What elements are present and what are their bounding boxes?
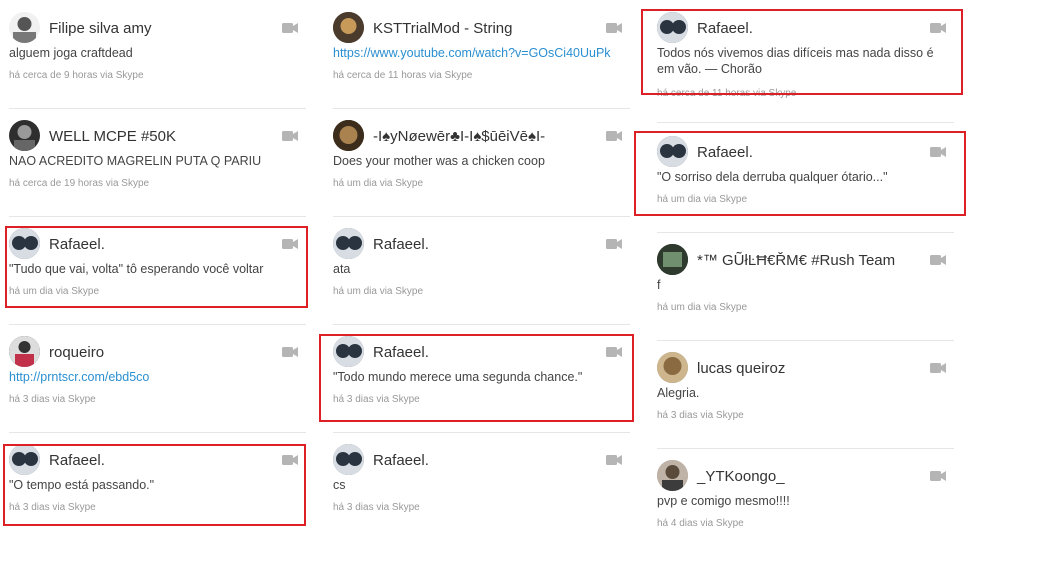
avatar[interactable] [9, 336, 40, 367]
feed-item[interactable]: Rafaeel. ata há um dia via Skype [333, 228, 630, 336]
author-name[interactable]: *™ GŨłĿĦ€ŘM€ #Rush Team [697, 252, 895, 269]
divider [333, 432, 630, 433]
author-name[interactable]: Rafaeel. [373, 452, 429, 469]
timestamp: há cerca de 19 horas via Skype [9, 178, 150, 189]
video-camera-icon[interactable] [282, 347, 298, 357]
message-text: Alegria. [657, 386, 700, 400]
message-text: alguem joga craftdead [9, 46, 133, 60]
avatar[interactable] [333, 120, 364, 151]
timestamp: há 4 dias via Skype [657, 518, 744, 529]
divider [9, 216, 306, 217]
avatar[interactable] [657, 460, 688, 491]
feed-item[interactable]: Filipe silva amy alguem joga craftdead h… [9, 12, 306, 120]
message-text: f [657, 278, 661, 292]
avatar[interactable] [9, 12, 40, 43]
highlight-box [5, 226, 308, 308]
message-text: pvp e comigo mesmo!!!! [657, 494, 790, 508]
message-text: Does your mother was a chicken coop [333, 154, 545, 168]
video-camera-icon[interactable] [282, 23, 298, 33]
feed-item[interactable]: KSTTrialMod - String https://www.youtube… [333, 12, 630, 120]
timestamp: há cerca de 11 horas via Skype [333, 70, 473, 81]
feed-item[interactable]: WELL MCPE #50K NAO ACREDITO MAGRELIN PUT… [9, 120, 306, 228]
message-text: cs [333, 478, 346, 492]
highlight-box [634, 131, 966, 216]
message-text: ata [333, 262, 351, 276]
video-camera-icon[interactable] [606, 131, 622, 141]
feed-item[interactable]: *™ GŨłĿĦ€ŘM€ #Rush Team f há um dia via … [657, 244, 954, 352]
author-name[interactable]: Filipe silva amy [49, 20, 152, 37]
timestamp: há 3 dias via Skype [9, 394, 96, 405]
feed-item[interactable]: Rafaeel. cs há 3 dias via Skype [333, 444, 623, 552]
divider [333, 324, 630, 325]
message-text: NAO ACREDITO MAGRELIN PUTA Q PARIU [9, 154, 262, 168]
author-name[interactable]: roqueiro [49, 344, 104, 361]
avatar[interactable] [657, 352, 688, 383]
timestamp: há cerca de 9 horas via Skype [9, 70, 144, 81]
timestamp: há 3 dias via Skype [657, 410, 744, 421]
video-camera-icon[interactable] [930, 255, 946, 265]
feed-item[interactable]: -I♠yNøewēr♣I-I♠$ūēiVē♠I- Does your mothe… [333, 120, 630, 228]
highlight-box [3, 444, 306, 526]
highlight-box [319, 334, 634, 422]
avatar[interactable] [333, 12, 364, 43]
feed-item[interactable]: _YTKoongo_ pvp e comigo mesmo!!!! há 4 d… [657, 460, 947, 568]
video-camera-icon[interactable] [606, 455, 622, 465]
video-camera-icon[interactable] [606, 23, 622, 33]
video-camera-icon[interactable] [930, 471, 946, 481]
feed-item[interactable]: roqueiro http://prntscr.com/ebd5co há 3 … [9, 336, 306, 444]
divider [657, 448, 954, 449]
divider [333, 216, 630, 217]
avatar[interactable] [657, 244, 688, 275]
avatar[interactable] [9, 120, 40, 151]
timestamp: há um dia via Skype [657, 302, 748, 313]
author-name[interactable]: lucas queiroz [697, 360, 785, 377]
author-name[interactable]: KSTTrialMod - String [373, 20, 512, 37]
message-link[interactable]: https://www.youtube.com/watch?v=GOsCi40U… [333, 45, 633, 61]
avatar[interactable] [333, 228, 364, 259]
timestamp: há um dia via Skype [333, 286, 424, 297]
video-camera-icon[interactable] [282, 131, 298, 141]
video-camera-icon[interactable] [606, 239, 622, 249]
author-name[interactable]: WELL MCPE #50K [49, 128, 176, 145]
divider [657, 340, 954, 341]
divider [9, 108, 306, 109]
divider [9, 432, 306, 433]
author-name[interactable]: -I♠yNøewēr♣I-I♠$ūēiVē♠I- [373, 128, 545, 145]
divider [333, 108, 630, 109]
divider [657, 232, 954, 233]
highlight-box [641, 9, 963, 95]
author-name[interactable]: _YTKoongo_ [697, 468, 785, 485]
message-link[interactable]: http://prntscr.com/ebd5co [9, 369, 309, 385]
avatar[interactable] [333, 444, 364, 475]
divider [9, 324, 306, 325]
author-name[interactable]: Rafaeel. [373, 236, 429, 253]
divider [657, 122, 954, 123]
video-camera-icon[interactable] [930, 363, 946, 373]
timestamp: há 3 dias via Skype [333, 502, 420, 513]
feed-item[interactable]: lucas queiroz Alegria. há 3 dias via Sky… [657, 352, 954, 460]
timestamp: há um dia via Skype [333, 178, 424, 189]
